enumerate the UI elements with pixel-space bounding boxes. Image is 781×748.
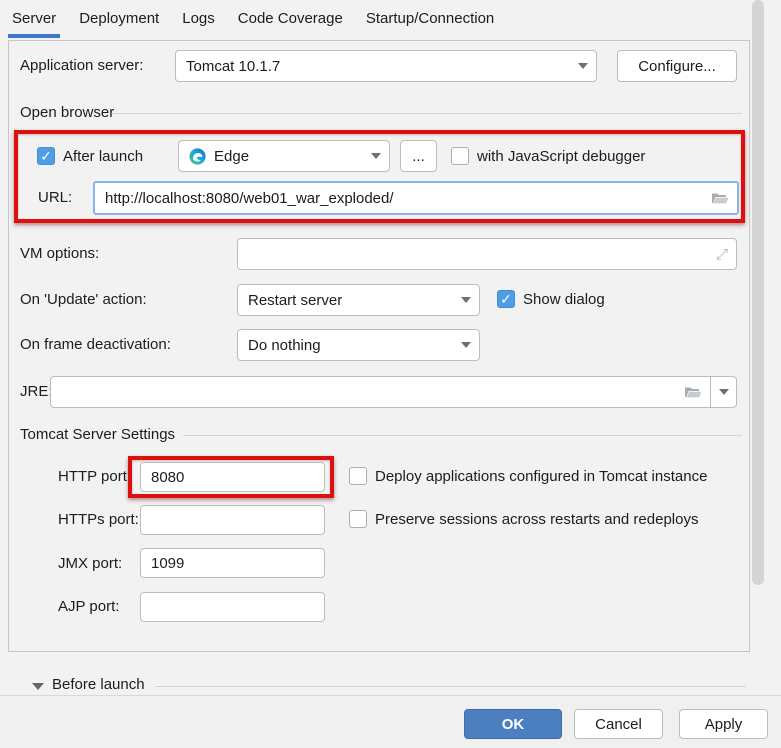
on-update-action-select[interactable]: Restart server (237, 284, 480, 316)
on-frame-deactivation-value: Do nothing (248, 337, 461, 354)
url-label: URL: (38, 189, 72, 206)
chevron-down-icon (719, 389, 729, 395)
http-port-input[interactable] (140, 462, 325, 492)
jre-dropdown-button[interactable] (710, 377, 736, 407)
before-launch-section[interactable]: Before launch (0, 676, 781, 695)
on-frame-deactivation-select[interactable]: Do nothing (237, 329, 480, 361)
check-icon: ✓ (40, 149, 52, 163)
tomcat-settings-group-title: Tomcat Server Settings (20, 426, 175, 443)
open-browser-group-title: Open browser (20, 104, 114, 121)
http-port-label: HTTP port: (58, 468, 131, 485)
tab-startup-connection[interactable]: Startup/Connection (364, 7, 496, 37)
after-launch-label: After launch (63, 148, 143, 165)
on-update-action-label: On 'Update' action: (20, 291, 147, 308)
chevron-down-icon (371, 153, 381, 159)
apply-button[interactable]: Apply (679, 709, 768, 739)
chevron-down-icon (578, 63, 588, 69)
run-configuration-dialog: Server Deployment Logs Code Coverage Sta… (0, 0, 781, 748)
jmx-port-label: JMX port: (58, 555, 122, 572)
tab-server[interactable]: Server (10, 7, 58, 37)
tab-code-coverage[interactable]: Code Coverage (236, 7, 345, 37)
collapse-triangle-icon[interactable] (32, 683, 44, 690)
url-value: http://localhost:8080/web01_war_exploded… (105, 190, 711, 207)
tab-deployment[interactable]: Deployment (77, 7, 161, 37)
vm-options-label: VM options: (20, 245, 99, 262)
group-divider (155, 686, 746, 687)
check-icon: ✓ (500, 292, 512, 306)
chevron-down-icon (461, 297, 471, 303)
show-dialog-label: Show dialog (523, 291, 605, 308)
deploy-applications-label: Deploy applications configured in Tomcat… (375, 468, 707, 485)
ok-button[interactable]: OK (464, 709, 562, 739)
show-dialog-checkbox[interactable]: ✓ (497, 290, 515, 308)
application-server-label: Application server: (20, 57, 143, 74)
group-divider (112, 113, 742, 114)
preserve-sessions-label: Preserve sessions across restarts and re… (375, 511, 698, 528)
url-input[interactable]: http://localhost:8080/web01_war_exploded… (93, 181, 739, 215)
ajp-port-label: AJP port: (58, 598, 119, 615)
dialog-footer: OK Cancel Apply (0, 695, 781, 748)
ajp-port-input[interactable] (140, 592, 325, 622)
before-launch-title: Before launch (52, 676, 145, 693)
js-debugger-checkbox[interactable] (451, 147, 469, 165)
on-frame-deactivation-label: On frame deactivation: (20, 336, 171, 353)
browser-more-button[interactable]: ... (400, 140, 437, 172)
config-tabs: Server Deployment Logs Code Coverage Sta… (10, 7, 496, 37)
https-port-input[interactable] (140, 505, 325, 535)
https-port-label: HTTPs port: (58, 511, 139, 528)
tab-logs[interactable]: Logs (180, 7, 217, 37)
cancel-button[interactable]: Cancel (574, 709, 663, 739)
js-debugger-label: with JavaScript debugger (477, 148, 645, 165)
vm-options-input[interactable]: ⤢ (237, 238, 737, 270)
scrollbar-thumb[interactable] (752, 0, 764, 585)
deploy-applications-checkbox[interactable] (349, 467, 367, 485)
application-server-select[interactable]: Tomcat 10.1.7 (175, 50, 597, 82)
on-update-action-value: Restart server (248, 292, 461, 309)
expand-icon[interactable]: ⤢ (716, 246, 728, 263)
after-launch-checkbox[interactable]: ✓ (37, 147, 55, 165)
jre-label: JRE: (20, 383, 53, 400)
folder-open-icon[interactable] (684, 385, 702, 399)
application-server-value: Tomcat 10.1.7 (186, 58, 578, 75)
edge-icon (189, 148, 206, 165)
jre-select[interactable] (50, 376, 737, 408)
browser-select[interactable]: Edge (178, 140, 390, 172)
preserve-sessions-checkbox[interactable] (349, 510, 367, 528)
folder-open-icon[interactable] (711, 191, 729, 205)
chevron-down-icon (461, 342, 471, 348)
group-divider (183, 435, 742, 436)
browser-value: Edge (214, 148, 371, 165)
jmx-port-input[interactable] (140, 548, 325, 578)
configure-button[interactable]: Configure... (617, 50, 737, 82)
